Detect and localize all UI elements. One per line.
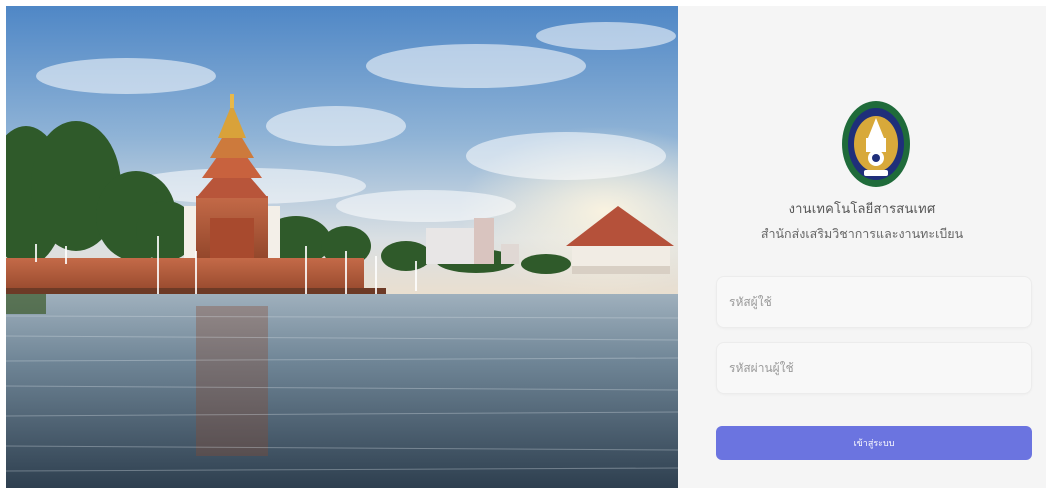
university-emblem-icon — [842, 101, 910, 187]
login-panel: งานเทคโนโลยีสารสนเทศ สำนักส่งเสริมวิชากา… — [678, 6, 1046, 488]
username-input[interactable] — [716, 276, 1032, 328]
login-page: งานเทคโนโลยีสารสนเทศ สำนักส่งเสริมวิชากา… — [6, 6, 1046, 488]
organization-subtitle: สำนักส่งเสริมวิชาการและงานทะเบียน — [760, 226, 964, 241]
pagoda-lake-image — [6, 6, 678, 488]
password-input[interactable] — [716, 342, 1032, 394]
organization-name: งานเทคโนโลยีสารสนเทศ — [788, 202, 936, 217]
login-button[interactable]: เข้าสู่ระบบ — [716, 426, 1032, 460]
lake — [6, 294, 678, 488]
background-photo — [6, 6, 678, 488]
